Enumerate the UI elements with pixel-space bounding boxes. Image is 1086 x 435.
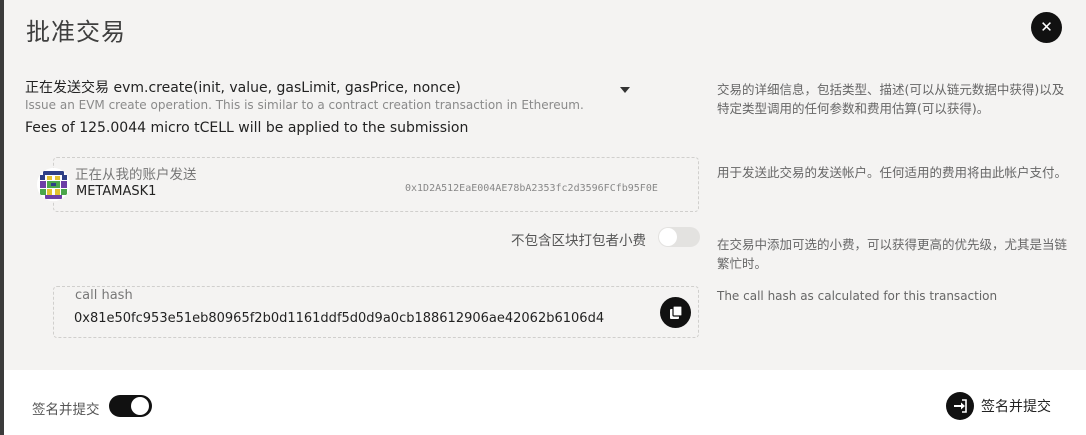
sign-in-icon (946, 392, 974, 420)
tip-toggle-label: 不包含区块打包者小费 (511, 233, 646, 249)
sender-account-label: 正在从我的账户发送 (75, 167, 197, 183)
sign-and-submit-button[interactable]: 签名并提交 (946, 391, 1051, 421)
submit-button-label: 签名并提交 (981, 399, 1051, 415)
sender-account-address: 0x1D2A512EaE004AE78bA2353fc2d3596FCfb95F… (405, 183, 658, 194)
account-help-text: 用于发送此交易的发送帐户。任何适用的费用将由此帐户支付。 (717, 165, 1068, 180)
sign-toggle-knob (131, 397, 149, 415)
sender-account-name: METAMASK1 (76, 184, 157, 199)
call-description: Issue an EVM create operation. This is s… (25, 98, 584, 112)
tip-toggle-knob (659, 228, 677, 246)
sign-toggle[interactable] (109, 395, 152, 417)
call-hash-label: call hash (75, 288, 133, 303)
call-method: evm.create(init, value, gasLimit, gasPri… (113, 80, 461, 96)
approve-transaction-modal: 批准交易 ✕ 正在发送交易 evm.create(init, value, ga… (4, 0, 1086, 435)
identicon (37, 168, 70, 201)
call-method-line: 正在发送交易 evm.create(init, value, gasLimit,… (25, 77, 635, 97)
modal-title: 批准交易 (26, 18, 126, 46)
call-hash-value[interactable]: 0x81e50fc953e51eb80965f2b0d1161ddf5d0d9a… (74, 311, 604, 326)
close-icon: ✕ (1040, 18, 1053, 36)
sign-toggle-label: 签名并提交 (32, 402, 100, 418)
call-prefix: 正在发送交易 (25, 80, 109, 96)
fees-text: Fees of 125.0044 micro tCELL will be app… (25, 120, 469, 136)
call-selector[interactable]: 正在发送交易 evm.create(init, value, gasLimit,… (25, 77, 635, 112)
modal-footer: 签名并提交 签名并提交 (4, 370, 1086, 435)
hash-help-text: The call hash as calculated for this tra… (717, 289, 998, 303)
close-button[interactable]: ✕ (1031, 12, 1062, 43)
tip-toggle[interactable] (658, 227, 700, 247)
call-help-text: 交易的详细信息，包括类型、描述(可以从链元数据中获得)以及特定类型调用的任何参数… (717, 82, 1065, 116)
caret-down-icon[interactable] (620, 87, 630, 93)
tip-help-text: 在交易中添加可选的小费，可以获得更高的优先级，尤其是当链繁忙时。 (717, 237, 1068, 271)
copy-button[interactable] (660, 297, 691, 328)
copy-icon (670, 305, 683, 319)
